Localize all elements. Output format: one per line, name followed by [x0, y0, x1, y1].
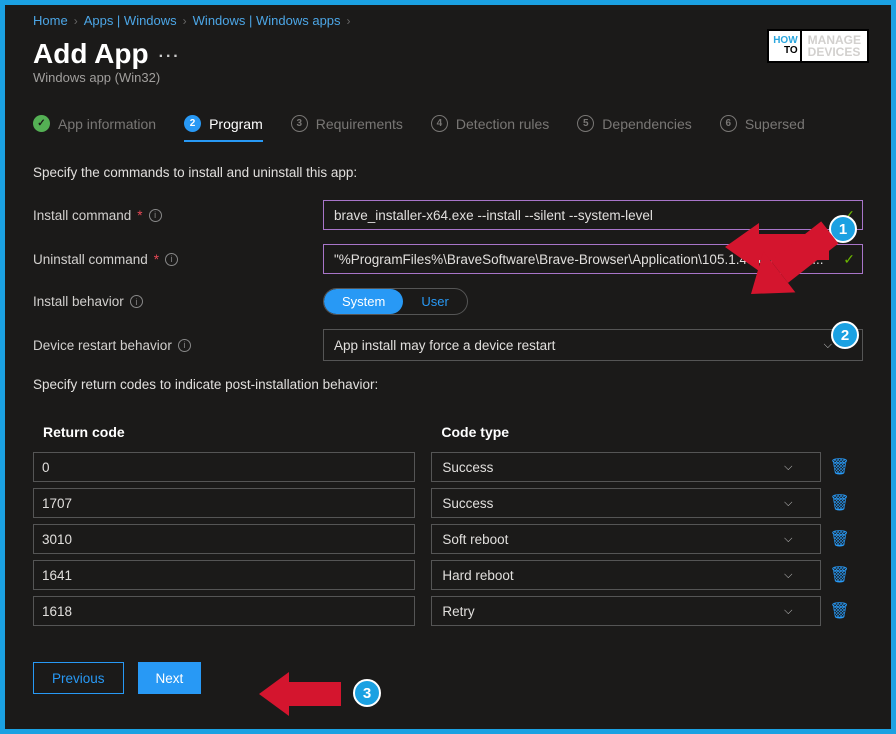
previous-button[interactable]: Previous	[33, 662, 124, 694]
required-indicator: *	[154, 252, 159, 267]
return-code-input[interactable]	[33, 596, 415, 626]
chevron-right-icon: ›	[74, 14, 78, 28]
chevron-down-icon: ⌵	[784, 569, 792, 582]
step-number-icon: 3	[291, 115, 308, 132]
more-menu-icon[interactable]: ···	[159, 42, 181, 66]
step-number-icon: 2	[184, 115, 201, 132]
delete-icon[interactable]: 🗑	[821, 531, 849, 548]
checkmark-icon: ✓	[843, 251, 855, 268]
site-logo: HOWTO MANAGEDEVICES	[767, 29, 869, 63]
next-button[interactable]: Next	[138, 662, 202, 694]
table-row: Hard reboot⌵ 🗑	[33, 560, 863, 590]
chevron-down-icon: ⌵	[784, 497, 792, 510]
tab-detection-rules[interactable]: 4 Detection rules	[431, 115, 549, 142]
breadcrumb-windows-apps[interactable]: Windows | Windows apps	[193, 13, 341, 28]
breadcrumb-apps[interactable]: Apps | Windows	[84, 13, 177, 28]
tab-requirements[interactable]: 3 Requirements	[291, 115, 403, 142]
restart-behavior-dropdown[interactable]: App install may force a device restart ⌵	[323, 329, 863, 361]
code-type-dropdown[interactable]: Success⌵	[431, 488, 821, 518]
required-indicator: *	[137, 208, 142, 223]
info-icon[interactable]: i	[149, 209, 162, 222]
toggle-user[interactable]: User	[403, 289, 466, 314]
return-code-input[interactable]	[33, 452, 415, 482]
restart-behavior-label: Device restart behavior i	[33, 338, 313, 353]
code-type-dropdown[interactable]: Success⌵	[431, 452, 821, 482]
delete-icon[interactable]: 🗑	[821, 495, 849, 512]
chevron-down-icon: ⌵	[784, 461, 792, 474]
tab-supersedence[interactable]: 6 Supersed	[720, 115, 805, 142]
step-number-icon: 5	[577, 115, 594, 132]
chevron-right-icon: ›	[347, 14, 351, 28]
code-type-dropdown[interactable]: Soft reboot⌵	[431, 524, 821, 554]
table-row: Success⌵ 🗑	[33, 452, 863, 482]
info-icon[interactable]: i	[165, 253, 178, 266]
table-row: Success⌵ 🗑	[33, 488, 863, 518]
breadcrumb: Home › Apps | Windows › Windows | Window…	[33, 13, 863, 28]
code-type-dropdown[interactable]: Retry⌵	[431, 596, 821, 626]
tab-program[interactable]: 2 Program	[184, 115, 263, 142]
chevron-down-icon: ⌵	[784, 533, 792, 546]
code-type-dropdown[interactable]: Hard reboot⌵	[431, 560, 821, 590]
install-behavior-label: Install behavior i	[33, 294, 313, 309]
chevron-right-icon: ›	[183, 14, 187, 28]
section-description: Specify the commands to install and unin…	[33, 165, 863, 180]
page-title: Add App ···	[33, 38, 181, 70]
column-header-code-type: Code type	[431, 418, 821, 446]
return-code-input[interactable]	[33, 560, 415, 590]
delete-icon[interactable]: 🗑	[821, 459, 849, 476]
step-number-icon: 4	[431, 115, 448, 132]
uninstall-command-label: Uninstall command * i	[33, 252, 313, 267]
delete-icon[interactable]: 🗑	[821, 603, 849, 620]
info-icon[interactable]: i	[178, 339, 191, 352]
annotation-arrow-3	[259, 672, 341, 716]
table-row: Soft reboot⌵ 🗑	[33, 524, 863, 554]
return-code-input[interactable]	[33, 488, 415, 518]
breadcrumb-home[interactable]: Home	[33, 13, 68, 28]
tab-dependencies[interactable]: 5 Dependencies	[577, 115, 692, 142]
step-number-icon: 6	[720, 115, 737, 132]
wizard-tabs: ✓ App information 2 Program 3 Requiremen…	[33, 115, 863, 143]
info-icon[interactable]: i	[130, 295, 143, 308]
page-subtitle: Windows app (Win32)	[33, 70, 181, 85]
column-header-return-code: Return code	[33, 418, 431, 446]
delete-icon[interactable]: 🗑	[821, 567, 849, 584]
section-description: Specify return codes to indicate post-in…	[33, 377, 863, 392]
toggle-system[interactable]: System	[324, 289, 403, 314]
annotation-badge-3: 3	[353, 679, 381, 707]
install-behavior-toggle: System User	[323, 288, 468, 315]
chevron-down-icon: ⌵	[784, 605, 792, 618]
tab-app-information[interactable]: ✓ App information	[33, 115, 156, 142]
table-row: Retry⌵ 🗑	[33, 596, 863, 626]
return-code-input[interactable]	[33, 524, 415, 554]
install-command-label: Install command * i	[33, 208, 313, 223]
return-codes-table: Return code Code type Success⌵ 🗑 Success…	[33, 412, 863, 632]
annotation-badge-2: 2	[831, 321, 859, 349]
check-icon: ✓	[33, 115, 50, 132]
